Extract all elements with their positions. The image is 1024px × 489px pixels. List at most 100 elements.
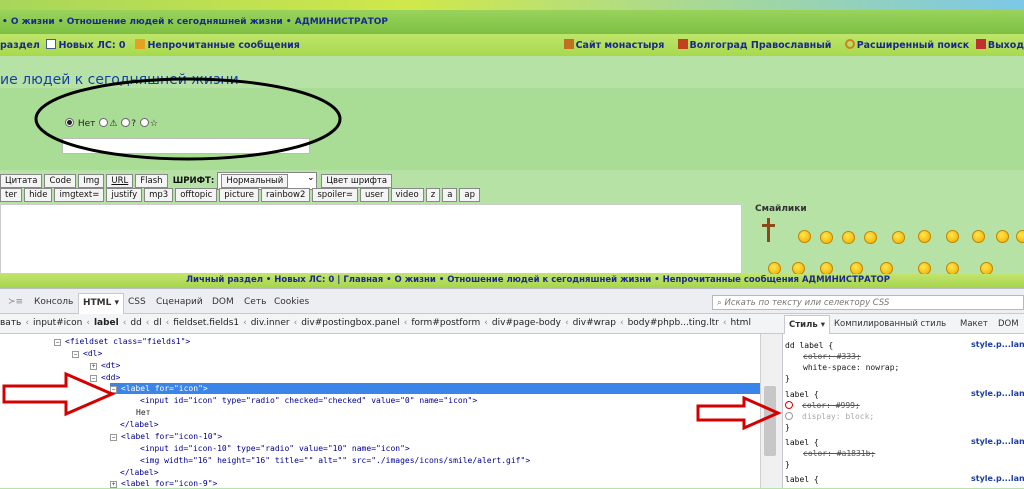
collapse-icon[interactable]: −	[110, 434, 117, 441]
tab-computed[interactable]: Компилированный стиль	[834, 319, 946, 329]
tree-node[interactable]: + <label for="icon-9">	[110, 478, 217, 489]
tree-node[interactable]: <input id="icon-10" type="radio" value="…	[140, 443, 410, 454]
css-close: }	[785, 460, 790, 469]
smiley-icon[interactable]	[820, 231, 833, 244]
tab-console[interactable]: Консоль	[34, 297, 73, 307]
crumb-current[interactable]: label	[94, 318, 119, 328]
tree-node-text: <label for="icon">	[121, 384, 208, 393]
tree-node-selected[interactable]: − <label for="icon">	[110, 383, 208, 394]
monastery-icon	[563, 39, 574, 49]
tree-node-text: <dl>	[83, 349, 103, 358]
css-property[interactable]: color: #a1831b;	[803, 448, 875, 459]
search-icon: ⌕	[717, 298, 722, 308]
mail-icon	[46, 39, 57, 49]
crumb[interactable]: div#page-body	[492, 318, 561, 328]
tree-node-text: <label for="icon-9">	[121, 479, 218, 488]
nav-link-logout[interactable]: Выход	[988, 40, 1024, 51]
smiley-icon[interactable]	[798, 230, 811, 243]
tree-node[interactable]: <input id="icon" type="radio" checked="c…	[140, 395, 477, 406]
collapse-icon[interactable]: −	[90, 375, 97, 382]
crumb[interactable]: input#icon	[33, 318, 82, 328]
smiley-icon[interactable]	[996, 230, 1009, 243]
tree-node[interactable]: − <fieldset class="fields1">	[54, 336, 190, 347]
css-selector: label {	[785, 438, 819, 447]
tab-dom[interactable]: DOM	[212, 297, 234, 307]
css-source-link[interactable]: style.p...lang=	[971, 389, 1024, 398]
search-icon	[844, 39, 855, 49]
css-property[interactable]: display: block;	[785, 411, 874, 422]
expand-icon[interactable]: +	[110, 481, 117, 488]
css-selector: label {	[785, 475, 819, 484]
crumb[interactable]: body#phpb...ting.ltr	[628, 318, 719, 328]
tree-node-text: <dt>	[101, 361, 121, 370]
tab-html-label: HTML	[83, 298, 112, 308]
tree-node-text: <dd>	[101, 373, 121, 382]
crumb[interactable]: dl	[153, 318, 161, 328]
tree-node[interactable]: − <dl>	[72, 348, 102, 359]
tree-node[interactable]: − <dd>	[90, 372, 120, 383]
css-source-link[interactable]: style.p...lang=	[971, 437, 1024, 446]
tab-net[interactable]: Сеть	[244, 297, 266, 307]
breadcrumb: • О жизни • Отношение людей к сегодняшне…	[0, 10, 1024, 34]
collapse-icon[interactable]: −	[72, 351, 79, 358]
crumb[interactable]: dd	[130, 318, 141, 328]
smiley-icon[interactable]	[864, 231, 877, 244]
tree-node-text: <label for="icon-10">	[121, 432, 223, 441]
css-selector: dd label {	[785, 341, 834, 350]
crumb[interactable]: div#postingbox.panel	[301, 318, 400, 328]
smiley-icon[interactable]	[842, 231, 855, 244]
smiley-icon[interactable]	[1016, 230, 1024, 243]
crumb[interactable]: form#postform	[411, 318, 480, 328]
search-placeholder: Искать по тексту или селектору CSS	[724, 298, 890, 308]
crumb[interactable]: div#wrap	[573, 318, 616, 328]
css-property[interactable]: color: #333;	[803, 351, 861, 362]
html-tree-lower	[0, 49, 760, 203]
tab-css[interactable]: CSS	[128, 297, 146, 307]
tab-cookies[interactable]: Cookies	[274, 297, 309, 307]
tree-node[interactable]: <img width="16" height="16" title="" alt…	[140, 455, 530, 466]
tree-node-text: <fieldset class="fields1">	[65, 337, 191, 346]
tab-side-dom[interactable]: DOM	[998, 319, 1019, 329]
smiley-icon[interactable]	[946, 230, 959, 243]
crumb[interactable]: html	[730, 318, 751, 328]
crumb[interactable]: fieldset.fields1	[173, 318, 239, 328]
collapse-icon[interactable]: −	[110, 386, 117, 393]
tab-html[interactable]: HTML ▾	[78, 293, 125, 314]
smiley-icon[interactable]	[972, 230, 985, 243]
tree-node[interactable]: </label>	[120, 419, 159, 430]
disabled-icon[interactable]	[785, 401, 793, 409]
crumb[interactable]: div.inner	[251, 318, 290, 328]
unread-icon	[135, 39, 146, 49]
expand-icon[interactable]: +	[90, 363, 97, 370]
header-banner	[0, 0, 1024, 10]
footer-nav: Личный раздел • Новых ЛС: 0 | Главная • …	[0, 274, 1024, 288]
smiley-icon[interactable]	[918, 230, 931, 243]
tab-layout[interactable]: Макет	[960, 319, 988, 329]
tree-node[interactable]: + <dt>	[90, 360, 120, 371]
message-textarea[interactable]	[0, 204, 742, 274]
inspect-icon[interactable]: ≻≡	[8, 297, 23, 307]
tab-style[interactable]: Стиль ▾	[784, 315, 830, 335]
css-property[interactable]: color: #999;	[785, 400, 860, 411]
logout-icon	[975, 39, 986, 49]
tree-node[interactable]: </label>	[120, 467, 159, 478]
css-source-link[interactable]: style.p...lang=	[971, 474, 1024, 483]
tree-text-node: Нет	[136, 408, 151, 417]
side-panel-tabs: Стиль ▾ Компилированный стиль Макет DOM	[782, 314, 1024, 335]
tab-script[interactable]: Сценарий	[156, 297, 203, 307]
volgograd-icon	[677, 39, 688, 49]
smiley-icon[interactable]	[892, 231, 905, 244]
css-source-link[interactable]: style.p...lang=	[971, 340, 1024, 349]
nav-link-advanced-search[interactable]: Расширенный поиск	[857, 40, 970, 51]
css-selector: label {	[785, 390, 819, 399]
cross-icon[interactable]	[762, 218, 776, 244]
css-property[interactable]: white-space: nowrap;	[803, 362, 899, 373]
css-property-text: color: #999;	[802, 401, 860, 410]
disabled-icon[interactable]	[785, 412, 793, 420]
tab-style-label: Стиль	[789, 320, 818, 330]
tree-scrollbar-thumb[interactable]	[764, 386, 776, 456]
devtools-search-input[interactable]: ⌕ Искать по тексту или селектору CSS	[712, 295, 1024, 310]
crumb[interactable]: вать	[0, 318, 21, 328]
tree-node[interactable]: − <label for="icon-10">	[110, 431, 222, 442]
collapse-icon[interactable]: −	[54, 339, 61, 346]
